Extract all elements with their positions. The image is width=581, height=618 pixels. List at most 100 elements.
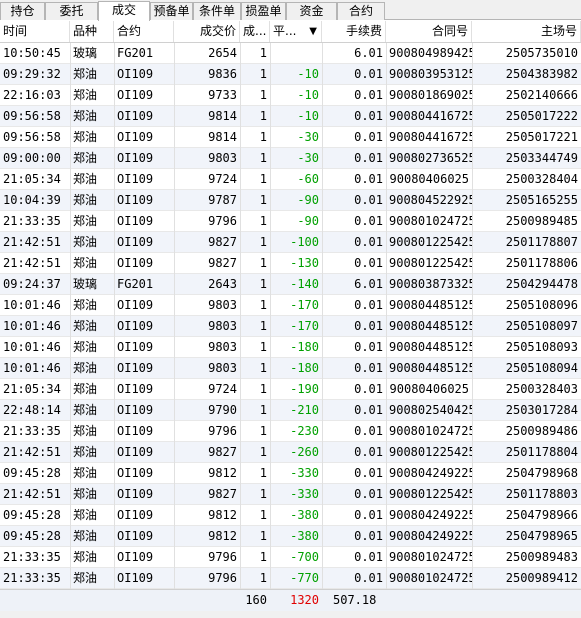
tab-7[interactable]: 合约 bbox=[337, 2, 385, 20]
column-header-product[interactable]: 品种 bbox=[70, 21, 114, 42]
table-row[interactable]: 21:33:35 郑油 OI109 9796 1 -700 0.01 900801024725… bbox=[0, 547, 581, 568]
cell-contract-number: 900804522925 bbox=[389, 193, 472, 207]
cell-contract: OI109 bbox=[117, 424, 154, 438]
cell-contract-number: 900801024725 bbox=[389, 214, 472, 228]
column-header-contract-number[interactable]: 合同号 bbox=[386, 21, 472, 42]
cell-price: 9724 bbox=[208, 382, 237, 396]
column-divider bbox=[270, 43, 271, 589]
cell-contract: OI109 bbox=[117, 403, 154, 417]
table-row[interactable]: 22:16:03 郑油 OI109 9733 1 -10 0.01 900801869025 2… bbox=[0, 85, 581, 106]
cell-product: 郑油 bbox=[73, 214, 98, 228]
table-row[interactable]: 10:01:46 郑油 OI109 9803 1 -180 0.01 900804485125… bbox=[0, 337, 581, 358]
cell-main-number: 2505108097 bbox=[505, 319, 578, 333]
table-row[interactable]: 10:01:46 郑油 OI109 9803 1 -170 0.01 900804485125… bbox=[0, 295, 581, 316]
table-row[interactable]: 09:45:28 郑油 OI109 9812 1 -330 0.01 900804249225… bbox=[0, 463, 581, 484]
cell-pnl: -10 bbox=[297, 109, 319, 123]
cell-fee: 0.01 bbox=[354, 424, 383, 438]
column-divider bbox=[240, 43, 241, 589]
table-row[interactable]: 21:05:34 郑油 OI109 9724 1 -60 0.01 90080406025 25… bbox=[0, 169, 581, 190]
tab-0[interactable]: 持仓 bbox=[0, 2, 45, 20]
cell-contract: OI109 bbox=[117, 487, 154, 501]
cell-fee: 0.01 bbox=[354, 151, 383, 165]
cell-contract-number: 900804485125 bbox=[389, 319, 472, 333]
bottom-strip bbox=[0, 611, 581, 618]
tab-6[interactable]: 资金 bbox=[286, 2, 337, 20]
cell-time: 21:33:35 bbox=[3, 424, 61, 438]
cell-fee: 0.01 bbox=[354, 382, 383, 396]
cell-main-number: 2500989486 bbox=[505, 424, 578, 438]
column-header-pnl[interactable]: 平... ▼ bbox=[270, 21, 322, 42]
cell-price: 9796 bbox=[208, 214, 237, 228]
cell-qty: 1 bbox=[259, 298, 267, 312]
table-row[interactable]: 09:56:58 郑油 OI109 9814 1 -10 0.01 900804416725 2… bbox=[0, 106, 581, 127]
table-row[interactable]: 10:50:45 玻璃 FG201 2654 1 6.01 900804989425 2505… bbox=[0, 43, 581, 64]
cell-price: 9733 bbox=[208, 88, 237, 102]
cell-fee: 6.01 bbox=[354, 277, 383, 291]
cell-product: 郑油 bbox=[73, 550, 98, 564]
total-qty: 160 bbox=[245, 593, 267, 607]
table-row[interactable]: 21:33:35 郑油 OI109 9796 1 -230 0.01 900801024725… bbox=[0, 421, 581, 442]
cell-contract-number: 900804249225 bbox=[389, 529, 472, 543]
cell-main-number: 2504383982 bbox=[505, 67, 578, 81]
cell-pnl: -180 bbox=[290, 340, 319, 354]
cell-price: 9803 bbox=[208, 319, 237, 333]
column-header-contract[interactable]: 合约 bbox=[114, 21, 174, 42]
cell-product: 郑油 bbox=[73, 88, 98, 102]
table-row[interactable]: 21:42:51 郑油 OI109 9827 1 -130 0.01 900801225425… bbox=[0, 253, 581, 274]
totals-row: 160 1320 507.18 bbox=[0, 589, 581, 611]
tab-4[interactable]: 条件单 bbox=[193, 2, 241, 20]
table-row[interactable]: 21:42:51 郑油 OI109 9827 1 -100 0.01 900801225425… bbox=[0, 232, 581, 253]
cell-price: 9803 bbox=[208, 361, 237, 375]
tab-3[interactable]: 预备单 bbox=[150, 2, 193, 20]
table-row[interactable]: 10:01:46 郑油 OI109 9803 1 -170 0.01 900804485125… bbox=[0, 316, 581, 337]
table-row[interactable]: 21:42:51 郑油 OI109 9827 1 -330 0.01 900801225425… bbox=[0, 484, 581, 505]
cell-fee: 0.01 bbox=[354, 193, 383, 207]
cell-contract: OI109 bbox=[117, 466, 154, 480]
cell-product: 郑油 bbox=[73, 151, 98, 165]
tab-bar: 持仓 委托 成交 预备单 条件单 损盈单 资金 合约 bbox=[0, 0, 581, 21]
cell-fee: 0.01 bbox=[354, 550, 383, 564]
cell-price: 2654 bbox=[208, 46, 237, 60]
table-row[interactable]: 09:45:28 郑油 OI109 9812 1 -380 0.01 900804249225… bbox=[0, 526, 581, 547]
cell-pnl: -140 bbox=[290, 277, 319, 291]
column-header-label: 手续费 bbox=[345, 24, 382, 38]
cell-main-number: 2502140666 bbox=[505, 88, 578, 102]
tab-2[interactable]: 成交 bbox=[98, 1, 150, 21]
table-row[interactable]: 21:05:34 郑油 OI109 9724 1 -190 0.01 90080406025 2… bbox=[0, 379, 581, 400]
column-header-fee[interactable]: 手续费 bbox=[322, 21, 386, 42]
cell-pnl: -770 bbox=[290, 571, 319, 585]
table-row[interactable]: 09:00:00 郑油 OI109 9803 1 -30 0.01 900802736525 2… bbox=[0, 148, 581, 169]
table-row[interactable]: 22:48:14 郑油 OI109 9790 1 -210 0.01 900802540425… bbox=[0, 400, 581, 421]
column-header-time[interactable]: 时间 bbox=[0, 21, 70, 42]
tab-5[interactable]: 损盈单 bbox=[241, 2, 286, 20]
table-row[interactable]: 21:33:35 郑油 OI109 9796 1 -90 0.01 900801024725 2… bbox=[0, 211, 581, 232]
table-row[interactable]: 09:24:37 玻璃 FG201 2643 1 -140 6.01 900803873325… bbox=[0, 274, 581, 295]
table-row[interactable]: 10:01:46 郑油 OI109 9803 1 -180 0.01 900804485125… bbox=[0, 358, 581, 379]
cell-pnl: -30 bbox=[297, 151, 319, 165]
table-row[interactable]: 09:29:32 郑油 OI109 9836 1 -10 0.01 900803953125 2… bbox=[0, 64, 581, 85]
table-row[interactable]: 10:04:39 郑油 OI109 9787 1 -90 0.01 900804522925 2… bbox=[0, 190, 581, 211]
cell-time: 10:04:39 bbox=[3, 193, 61, 207]
cell-contract-number: 900804416725 bbox=[389, 130, 472, 144]
cell-price: 9812 bbox=[208, 529, 237, 543]
cell-pnl: -10 bbox=[297, 67, 319, 81]
column-header-price[interactable]: 成交价 bbox=[174, 21, 240, 42]
cell-price: 9814 bbox=[208, 109, 237, 123]
cell-product: 郑油 bbox=[73, 340, 98, 354]
table-row[interactable]: 09:56:58 郑油 OI109 9814 1 -30 0.01 900804416725 2… bbox=[0, 127, 581, 148]
cell-product: 郑油 bbox=[73, 256, 98, 270]
cell-main-number: 2501178803 bbox=[505, 487, 578, 501]
column-header-main-number[interactable]: 主场号 bbox=[472, 21, 581, 42]
cell-qty: 1 bbox=[259, 382, 267, 396]
tab-1[interactable]: 委托 bbox=[45, 2, 98, 20]
cell-qty: 1 bbox=[259, 109, 267, 123]
cell-contract: OI109 bbox=[117, 88, 154, 102]
cell-fee: 0.01 bbox=[354, 487, 383, 501]
table-row[interactable]: 09:45:28 郑油 OI109 9812 1 -380 0.01 900804249225… bbox=[0, 505, 581, 526]
cell-price: 9724 bbox=[208, 172, 237, 186]
cell-contract: OI109 bbox=[117, 214, 154, 228]
table-row[interactable]: 21:42:51 郑油 OI109 9827 1 -260 0.01 900801225425… bbox=[0, 442, 581, 463]
column-divider bbox=[322, 43, 323, 589]
table-row[interactable]: 21:33:35 郑油 OI109 9796 1 -770 0.01 900801024725… bbox=[0, 568, 581, 589]
column-header-qty[interactable]: 成... bbox=[240, 21, 270, 42]
